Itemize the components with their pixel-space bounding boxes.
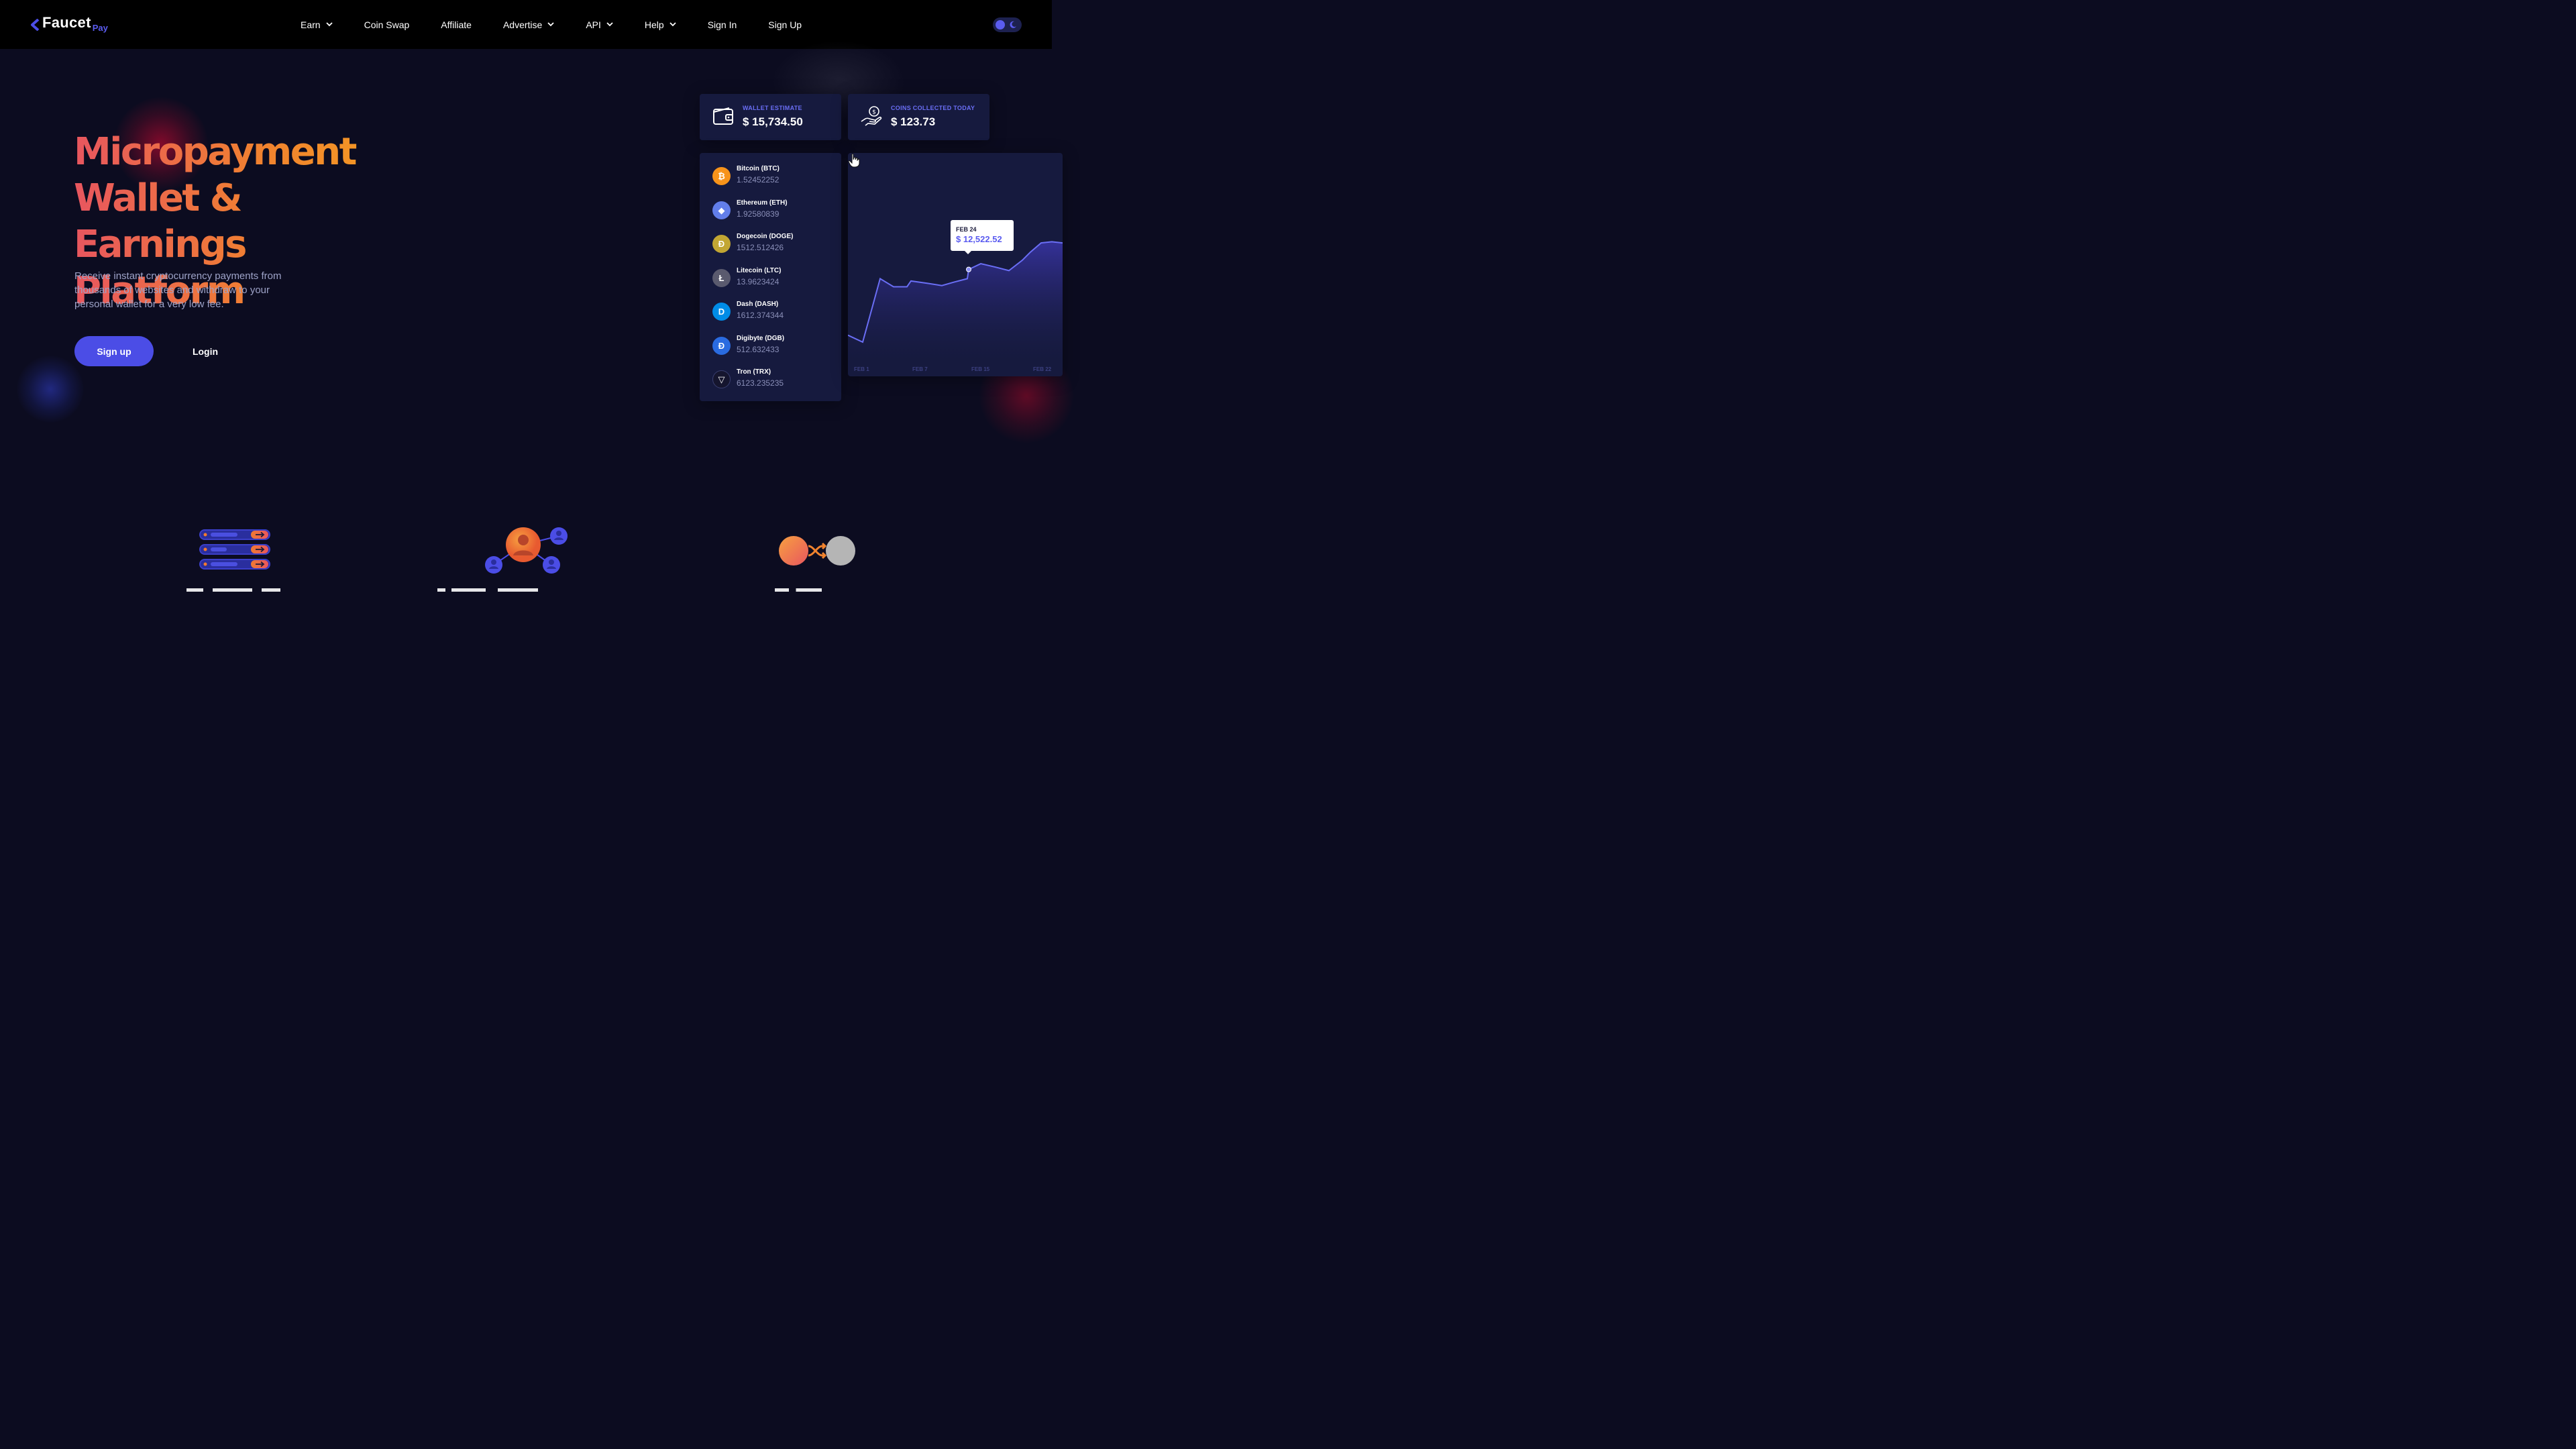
chart-tooltip: FEB 24 $ 12,522.52 xyxy=(951,220,1014,254)
nav-item-sign-in[interactable]: Sign In xyxy=(708,19,737,30)
coin-row[interactable]: Ð Dogecoin (DOGE) 1512.512426 xyxy=(712,233,833,256)
coins-collected-card: $ COINS COLLECTED TODAY $ 123.73 xyxy=(848,94,989,140)
hand-coin-icon: $ xyxy=(861,106,882,126)
coin-row[interactable]: Ł Litecoin (LTC) 13.9623424 xyxy=(712,267,833,290)
coin-row[interactable]: ▽ Tron (TRX) 6123.235235 xyxy=(712,368,833,391)
bitcoin-coin-icon: ₿ xyxy=(712,167,731,185)
coin-amount: 6123.235235 xyxy=(737,378,784,388)
nav-menu: Earn Coin Swap Affiliate Advertise API Help Si… xyxy=(301,0,833,49)
tooltip-date: FEB 24 xyxy=(956,226,977,233)
chevron-down-icon xyxy=(606,22,613,27)
tooltip-arrow xyxy=(964,250,972,254)
tooltip-value: $ 12,522.52 xyxy=(956,234,1002,244)
nav-item-label: API xyxy=(586,19,601,30)
logo-subtext: Pay xyxy=(92,23,108,33)
dark-mode-toggle[interactable] xyxy=(993,17,1022,32)
coin-amount: 1612.374344 xyxy=(737,311,784,320)
server-stack-icon xyxy=(199,529,270,570)
coin-row[interactable]: ₿ Bitcoin (BTC) 1.52452252 xyxy=(712,165,833,188)
coin-name: Dash (DASH) xyxy=(737,301,779,308)
nav-item-coin-swap[interactable]: Coin Swap xyxy=(364,19,410,30)
coin-name: Litecoin (LTC) xyxy=(737,267,782,274)
chart-highlight-point[interactable] xyxy=(966,266,971,272)
nav-item-label: Help xyxy=(644,19,664,30)
portfolio-chart: FEB 1 FEB 7 FEB 15 FEB 22 FEB 24 $ 12,522.5… xyxy=(848,153,1063,376)
feature-heading-clipped xyxy=(186,586,287,592)
coin-name: Bitcoin (BTC) xyxy=(737,165,780,172)
user-network-icon xyxy=(485,527,568,574)
x-tick-label: FEB 7 xyxy=(912,366,928,372)
svg-text:$: $ xyxy=(872,109,876,116)
signup-button[interactable]: Sign up xyxy=(74,336,154,366)
toggle-knob xyxy=(996,20,1005,30)
coin-amount: 13.9623424 xyxy=(737,277,780,286)
chevron-down-icon xyxy=(669,22,676,27)
x-tick-label: FEB 15 xyxy=(971,366,990,372)
nav-item-label: Earn xyxy=(301,19,321,30)
coin-amount: 1.92580839 xyxy=(737,209,780,219)
hero-title-line: Micropayment xyxy=(74,130,356,174)
nav-item-label: Affiliate xyxy=(441,19,472,30)
x-tick-label: FEB 1 xyxy=(854,366,869,372)
coin-row[interactable]: D Dash (DASH) 1612.374344 xyxy=(712,301,833,323)
feature-heading-clipped xyxy=(775,586,828,592)
nav-item-api[interactable]: API xyxy=(586,19,613,30)
chevron-down-icon xyxy=(547,22,554,27)
coin-row[interactable]: Ɖ Digibyte (DGB) 512.632433 xyxy=(712,335,833,358)
chart-area-fill xyxy=(848,241,1063,361)
nav-item-label: Sign Up xyxy=(768,19,802,30)
coin-amount: 1512.512426 xyxy=(737,243,784,252)
nav-item-label: Sign In xyxy=(707,19,737,30)
logo-text: Faucet xyxy=(42,14,91,31)
coin-row[interactable]: ◆ Ethereum (ETH) 1.92580839 xyxy=(712,199,833,222)
coin-balances-list: ₿ Bitcoin (BTC) 1.52452252 ◆ Ethereum (ETH) 1… xyxy=(700,153,841,401)
coin-swap-icon xyxy=(779,536,855,566)
hand-cursor-icon xyxy=(848,153,860,168)
coin-name: Tron (TRX) xyxy=(737,368,771,376)
coin-amount: 1.52452252 xyxy=(737,175,780,184)
coin-name: Ethereum (ETH) xyxy=(737,199,788,207)
hero-title-line: Wallet & Earnings xyxy=(74,176,246,266)
coin-name: Dogecoin (DOGE) xyxy=(737,233,794,240)
wallet-estimate-label: WALLET ESTIMATE xyxy=(743,105,802,111)
background-glow xyxy=(17,356,84,423)
portfolio-chart-svg: FEB 1 FEB 7 FEB 15 FEB 22 xyxy=(848,241,1063,372)
coin-amount: 512.632433 xyxy=(737,345,780,354)
hero-subtitle: Receive instant cryptocurrency payments … xyxy=(74,270,282,310)
feature-heading-clipped xyxy=(437,586,545,592)
wallet-estimate-card: WALLET ESTIMATE $ 15,734.50 xyxy=(700,94,841,140)
ethereum-coin-icon: ◆ xyxy=(712,201,731,219)
nav-item-advertise[interactable]: Advertise xyxy=(503,19,554,30)
nav-item-label: Advertise xyxy=(502,19,543,30)
x-tick-label: FEB 22 xyxy=(1033,366,1052,372)
tron-coin-icon: ▽ xyxy=(712,370,731,388)
wallet-estimate-value: $ 15,734.50 xyxy=(743,115,803,128)
faucetpay-logo[interactable]: Faucet Pay xyxy=(30,14,108,33)
nav-item-affiliate[interactable]: Affiliate xyxy=(441,19,472,30)
dogecoin-coin-icon: Ð xyxy=(712,235,731,253)
coins-collected-value: $ 123.73 xyxy=(891,115,936,128)
litecoin-coin-icon: Ł xyxy=(712,269,731,287)
chevron-down-icon xyxy=(325,22,333,27)
top-navbar: Faucet Pay Earn Coin Swap Affiliate Adverti… xyxy=(0,0,1052,49)
coins-collected-label: COINS COLLECTED TODAY xyxy=(891,105,975,111)
digibyte-coin-icon: Ɖ xyxy=(712,337,731,355)
nav-item-help[interactable]: Help xyxy=(645,19,676,30)
login-button[interactable]: Login xyxy=(181,336,229,366)
nav-item-earn[interactable]: Earn xyxy=(301,19,333,30)
nav-item-sign-up[interactable]: Sign Up xyxy=(768,19,802,30)
moon-icon xyxy=(1010,21,1016,28)
coin-name: Digibyte (DGB) xyxy=(737,335,785,342)
logo-mark-icon xyxy=(31,19,40,31)
nav-item-label: Coin Swap xyxy=(364,19,410,30)
dash-coin-icon: D xyxy=(712,303,731,321)
wallet-icon xyxy=(713,107,733,125)
